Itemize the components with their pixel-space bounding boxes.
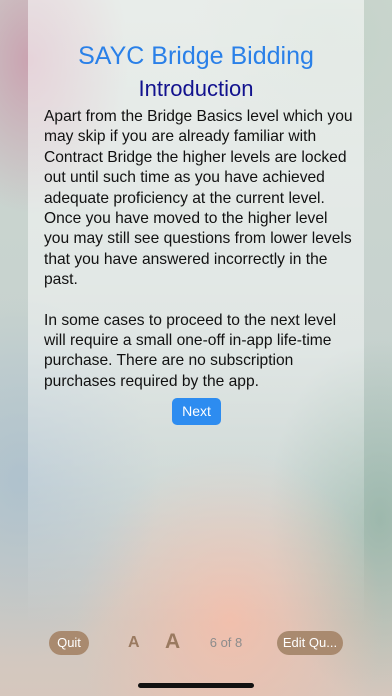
intro-text: Apart from the Bridge Basics level which… — [44, 107, 354, 412]
next-button[interactable]: Next — [172, 398, 221, 425]
page-counter: 6 of 8 — [209, 635, 243, 650]
intro-paragraph-2: In some cases to proceed to the next lev… — [44, 311, 337, 390]
intro-paragraph-1: Apart from the Bridge Basics level which… — [44, 108, 353, 289]
home-indicator[interactable] — [138, 683, 254, 688]
increase-font-button[interactable]: A — [165, 630, 180, 654]
decrease-font-button[interactable]: A — [128, 634, 140, 652]
quit-button[interactable]: Quit — [49, 631, 89, 655]
app-title: SAYC Bridge Bidding — [78, 42, 314, 70]
page-title: Introduction — [138, 76, 254, 101]
edit-questions-button[interactable]: Edit Qu... — [277, 631, 343, 655]
